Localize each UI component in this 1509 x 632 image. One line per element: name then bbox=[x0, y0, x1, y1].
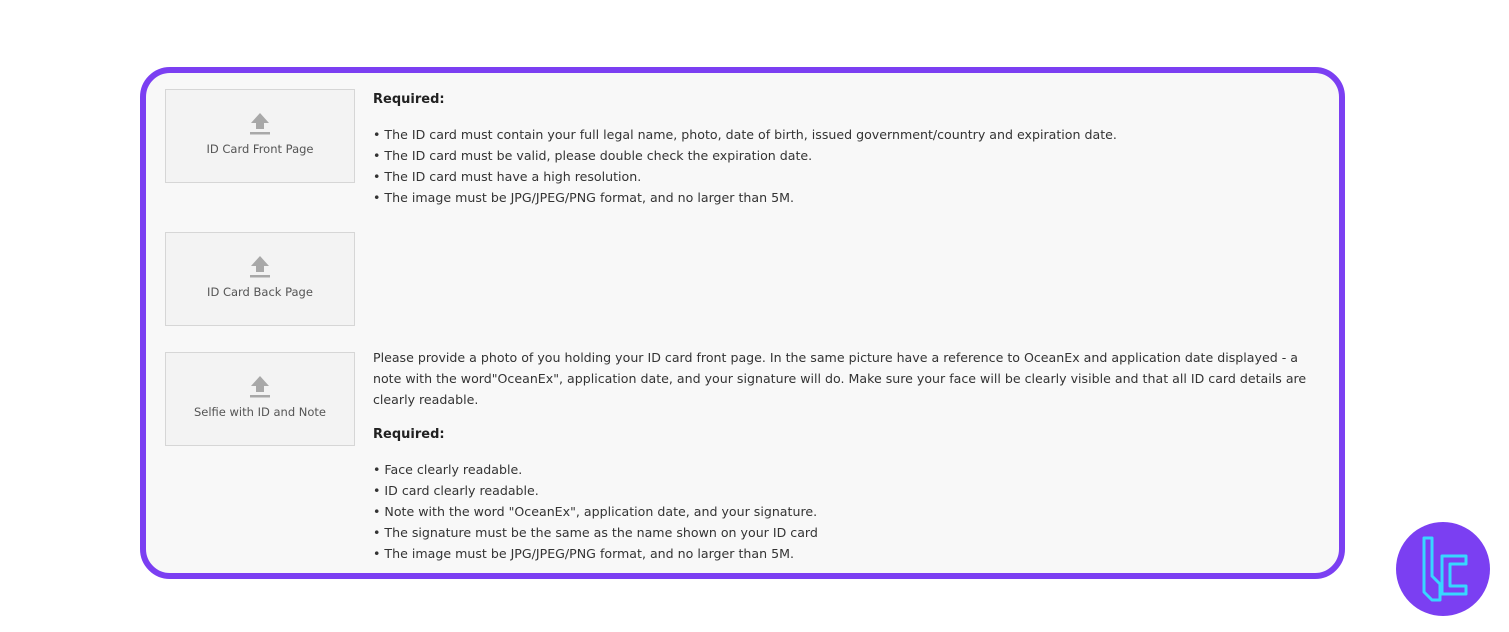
upload-icon bbox=[250, 256, 270, 278]
list-item: • The signature must be the same as the … bbox=[373, 525, 818, 540]
front-requirements: Required: • The ID card must contain you… bbox=[373, 89, 1117, 208]
list-item: • Face clearly readable. bbox=[373, 462, 523, 477]
logo-mark-icon bbox=[1422, 536, 1468, 602]
upload-icon bbox=[250, 113, 270, 135]
requirements-list: • The ID card must contain your full leg… bbox=[373, 124, 1117, 208]
list-item: • The ID card must have a high resolutio… bbox=[373, 169, 642, 184]
upload-label: ID Card Front Page bbox=[206, 142, 314, 156]
list-item: • The ID card must be valid, please doub… bbox=[373, 148, 813, 163]
list-item: • The image must be JPG/JPEG/PNG format,… bbox=[373, 190, 794, 205]
list-item: • The image must be JPG/JPEG/PNG format,… bbox=[373, 546, 794, 561]
id-back-upload[interactable]: ID Card Back Page bbox=[165, 232, 355, 326]
list-item: • ID card clearly readable. bbox=[373, 483, 539, 498]
requirements-list: • Face clearly readable. • ID card clear… bbox=[373, 459, 1323, 564]
brand-logo bbox=[1396, 522, 1490, 616]
list-item: • The ID card must contain your full leg… bbox=[373, 127, 1117, 142]
upload-label: Selfie with ID and Note bbox=[193, 405, 326, 419]
id-front-upload[interactable]: ID Card Front Page bbox=[165, 89, 355, 183]
upload-label: ID Card Back Page bbox=[207, 285, 313, 299]
selfie-description: Please provide a photo of you holding yo… bbox=[373, 350, 1307, 407]
upload-icon bbox=[250, 376, 270, 398]
selfie-upload[interactable]: Selfie with ID and Note bbox=[165, 352, 355, 446]
selfie-requirements: Please provide a photo of you holding yo… bbox=[373, 347, 1323, 564]
list-item: • Note with the word "OceanEx", applicat… bbox=[373, 504, 818, 519]
required-heading: Required: bbox=[373, 427, 445, 442]
required-heading: Required: bbox=[373, 92, 445, 107]
